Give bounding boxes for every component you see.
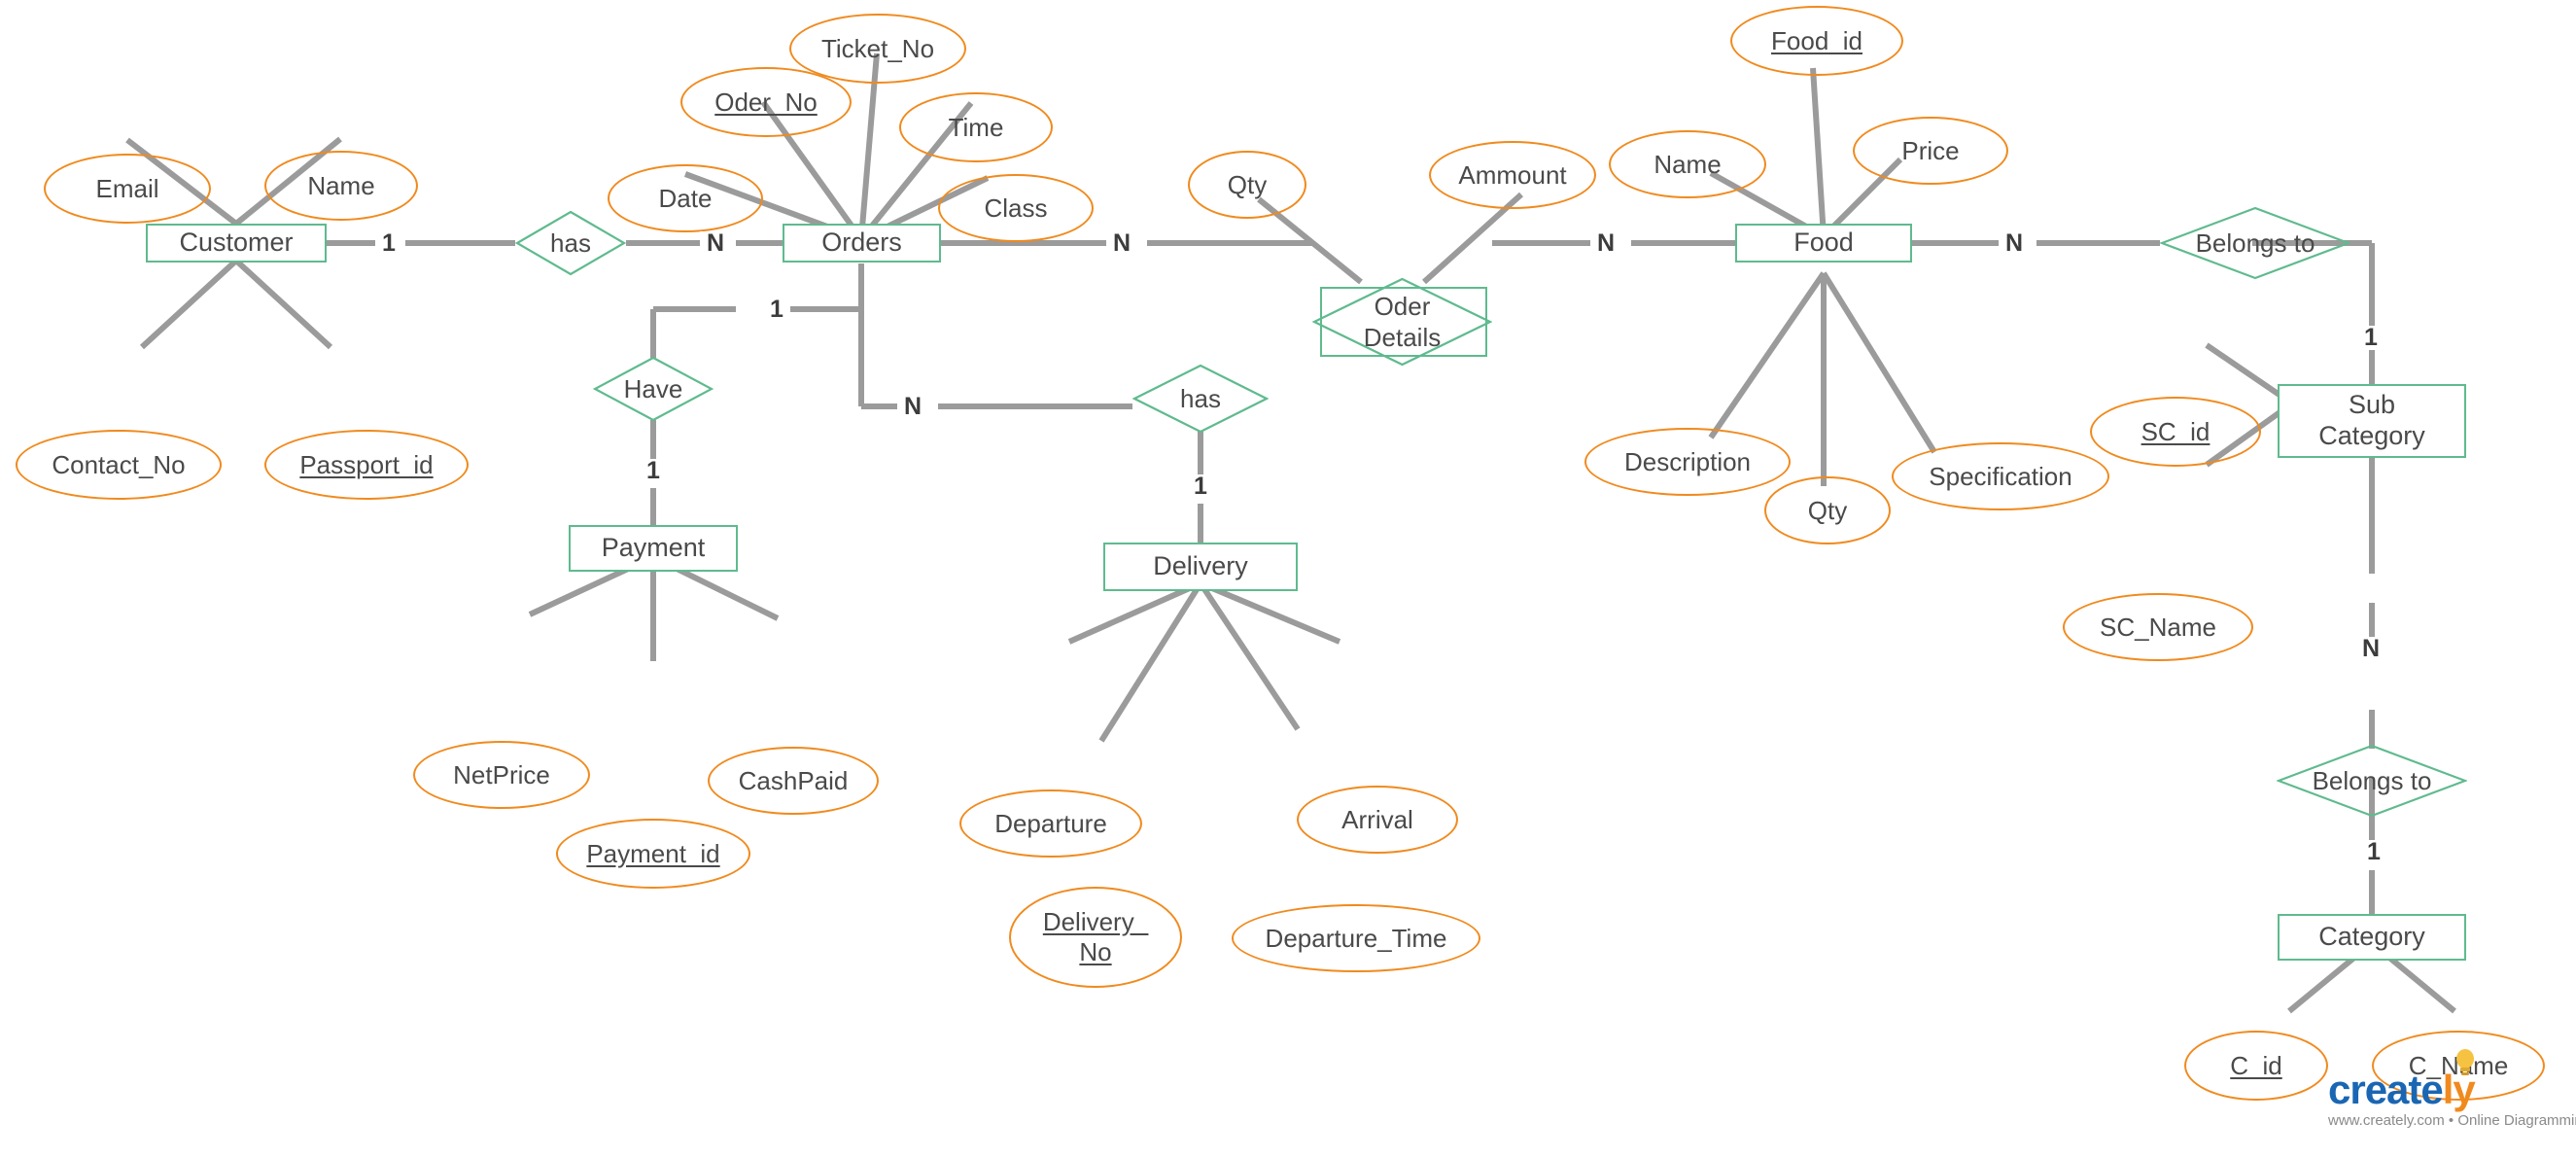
- attribute-arrival-label: Arrival: [1341, 804, 1413, 834]
- relationship-has-orders-delivery[interactable]: has: [1132, 364, 1269, 434]
- attribute-food-specification-label: Specification: [1929, 461, 2072, 491]
- relationship-oder-details[interactable]: Oder Details: [1312, 277, 1492, 367]
- attribute-food-description[interactable]: Description: [1584, 428, 1791, 496]
- cardinality-has-orders: N: [700, 231, 732, 256]
- attribute-email-label: Email: [95, 173, 159, 203]
- attribute-c-id[interactable]: C_id: [2184, 1031, 2328, 1101]
- attribute-food-qty-label: Qty: [1807, 495, 1848, 525]
- attribute-passport-id[interactable]: Passport_id: [264, 430, 469, 500]
- attribute-departure[interactable]: Departure: [959, 789, 1142, 858]
- attribute-ticket-no-label: Ticket_No: [820, 33, 935, 63]
- entity-orders[interactable]: Orders: [783, 224, 941, 263]
- attribute-netprice-label: NetPrice: [453, 759, 550, 789]
- attribute-delivery-no[interactable]: Delivery_ No: [1009, 887, 1182, 988]
- attribute-oderdetails-qty[interactable]: Qty: [1188, 151, 1306, 219]
- creately-brand-blue: create: [2328, 1067, 2444, 1112]
- attribute-departure-time[interactable]: Departure_Time: [1232, 904, 1480, 972]
- cardinality-orders-have: 1: [763, 298, 790, 322]
- attribute-oder-no[interactable]: Oder_No: [680, 67, 852, 137]
- entity-customer[interactable]: Customer: [146, 224, 327, 263]
- attribute-order-date-label: Date: [658, 183, 713, 213]
- cardinality-customer-has: 1: [375, 231, 402, 256]
- entity-delivery[interactable]: Delivery: [1103, 543, 1298, 591]
- attribute-customer-name-label: Name: [307, 170, 375, 200]
- cardinality-food-belongsto: N: [1999, 231, 2031, 256]
- attribute-delivery-no-label: Delivery_ No: [1042, 906, 1149, 966]
- entity-sub-category-label: Sub Category: [2318, 390, 2425, 450]
- relationship-have-orders-payment[interactable]: Have: [593, 356, 714, 422]
- entity-category[interactable]: Category: [2278, 914, 2466, 961]
- relationship-have-label: Have: [623, 373, 683, 403]
- attribute-food-name-label: Name: [1654, 149, 1722, 179]
- attribute-ammount[interactable]: Ammount: [1429, 141, 1596, 209]
- entity-payment[interactable]: Payment: [569, 525, 738, 572]
- relationship-belongs-to-subcategory-category[interactable]: Belongs to: [2277, 744, 2467, 818]
- cardinality-orders-oderdetails: N: [1106, 231, 1138, 256]
- attribute-customer-name[interactable]: Name: [264, 151, 418, 221]
- er-diagram-canvas: Customer Orders Food Payment Delivery Su…: [0, 0, 2576, 1157]
- attribute-order-class[interactable]: Class: [938, 174, 1094, 242]
- attribute-contact-no-label: Contact_No: [52, 449, 186, 479]
- attribute-departure-time-label: Departure_Time: [1265, 923, 1447, 953]
- attribute-cashpaid-label: CashPaid: [738, 765, 849, 795]
- attribute-sc-id[interactable]: SC_id: [2090, 397, 2261, 467]
- attribute-netprice[interactable]: NetPrice: [413, 741, 590, 809]
- attribute-food-id-label: Food_id: [1771, 25, 1862, 55]
- attribute-food-specification[interactable]: Specification: [1892, 442, 2109, 510]
- relationship-belongs-to-2-label: Belongs to: [2312, 765, 2432, 795]
- attribute-food-price[interactable]: Price: [1853, 117, 2008, 185]
- attribute-oderdetails-qty-label: Qty: [1227, 169, 1268, 199]
- cardinality-subcategory-belongsto2: N: [2355, 637, 2387, 661]
- cardinality-belongsto2-category: 1: [2360, 840, 2387, 864]
- entity-sub-category[interactable]: Sub Category: [2278, 384, 2466, 458]
- attribute-arrival[interactable]: Arrival: [1297, 786, 1458, 854]
- relationship-has-label: has: [550, 228, 591, 258]
- attribute-food-qty[interactable]: Qty: [1764, 476, 1891, 544]
- attribute-contact-no[interactable]: Contact_No: [16, 430, 222, 500]
- cardinality-oderdetails-food: N: [1590, 231, 1622, 256]
- attribute-ammount-label: Ammount: [1458, 159, 1567, 190]
- relationship-belongs-to-1-label: Belongs to: [2195, 228, 2315, 258]
- relationship-oder-details-label: Oder Details: [1363, 291, 1442, 353]
- cardinality-has2-delivery: 1: [1187, 474, 1214, 499]
- attribute-c-id-label: C_id: [2230, 1050, 2282, 1080]
- entity-delivery-label: Delivery: [1153, 551, 1248, 581]
- entity-food[interactable]: Food: [1735, 224, 1912, 263]
- attribute-passport-id-label: Passport_id: [299, 449, 434, 479]
- relationship-has2-label: has: [1180, 383, 1221, 413]
- attribute-payment-id-label: Payment_id: [586, 838, 720, 868]
- attribute-sc-name-label: SC_Name: [2100, 612, 2216, 642]
- creately-watermark: creately www.creately.com • Online Diagr…: [2328, 1049, 2576, 1129]
- attribute-cashpaid[interactable]: CashPaid: [708, 747, 879, 815]
- attribute-payment-id[interactable]: Payment_id: [556, 819, 750, 889]
- attribute-oder-no-label: Oder_No: [714, 87, 818, 117]
- entity-payment-label: Payment: [601, 533, 706, 563]
- relationship-belongs-to-food-subcategory[interactable]: Belongs to: [2160, 206, 2350, 280]
- attribute-order-class-label: Class: [984, 193, 1048, 223]
- attribute-food-price-label: Price: [1901, 135, 1960, 165]
- attribute-order-time-label: Time: [948, 112, 1004, 142]
- relationship-has-customer-orders[interactable]: has: [515, 210, 626, 276]
- attribute-food-id[interactable]: Food_id: [1730, 6, 1903, 76]
- creately-tagline: www.creately.com • Online Diagramming: [2328, 1112, 2576, 1129]
- cardinality-orders-has2: N: [897, 395, 929, 419]
- creately-brand: creately: [2328, 1069, 2576, 1110]
- attribute-sc-id-label: SC_id: [2141, 416, 2210, 446]
- attribute-departure-label: Departure: [994, 808, 1107, 838]
- attribute-order-time[interactable]: Time: [899, 92, 1053, 162]
- lightbulb-icon: [2456, 1049, 2474, 1075]
- entity-customer-label: Customer: [179, 228, 294, 258]
- cardinality-have-payment: 1: [640, 459, 667, 483]
- entity-category-label: Category: [2318, 922, 2425, 952]
- entity-orders-label: Orders: [821, 228, 902, 258]
- attribute-food-description-label: Description: [1623, 446, 1752, 476]
- entity-food-label: Food: [1793, 228, 1854, 258]
- attribute-sc-name[interactable]: SC_Name: [2063, 593, 2253, 661]
- attribute-order-date[interactable]: Date: [608, 164, 763, 232]
- attribute-food-name[interactable]: Name: [1609, 130, 1766, 198]
- cardinality-belongsto-subcategory: 1: [2357, 326, 2385, 350]
- attribute-email[interactable]: Email: [44, 154, 211, 224]
